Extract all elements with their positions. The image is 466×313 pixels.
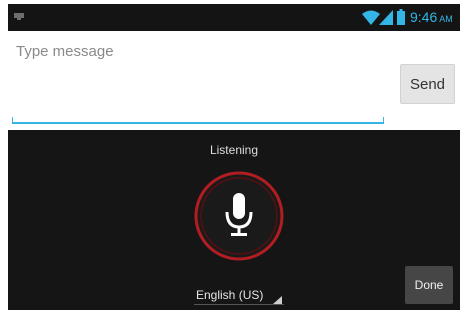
compose-area: Type message Send (8, 31, 460, 130)
language-selector[interactable]: English (US) (194, 286, 286, 306)
clock-time: 9:46 (410, 9, 438, 25)
done-button[interactable]: Done (405, 266, 453, 304)
microphone-button[interactable] (193, 170, 285, 262)
input-underline (12, 122, 384, 124)
language-label: English (US) (196, 288, 264, 302)
battery-icon (397, 9, 405, 25)
wifi-icon (362, 10, 380, 25)
input-underline-cap-right (383, 117, 384, 123)
send-button[interactable]: Send (400, 64, 455, 104)
status-bar: 9:46 AM (8, 4, 460, 31)
dropdown-corner-icon (273, 296, 282, 304)
device-screen: 9:46 AM Type message Send Listening Engli… (8, 4, 460, 310)
signal-icon (379, 10, 393, 25)
listening-status: Listening (209, 143, 259, 157)
voice-input-panel: Listening English (US) Done (8, 130, 460, 310)
status-clock: 9:46 AM (410, 9, 453, 25)
language-underline (194, 304, 284, 305)
notification-icon (14, 13, 24, 20)
message-input[interactable]: Type message (16, 43, 114, 60)
clock-ampm: AM (439, 14, 453, 24)
